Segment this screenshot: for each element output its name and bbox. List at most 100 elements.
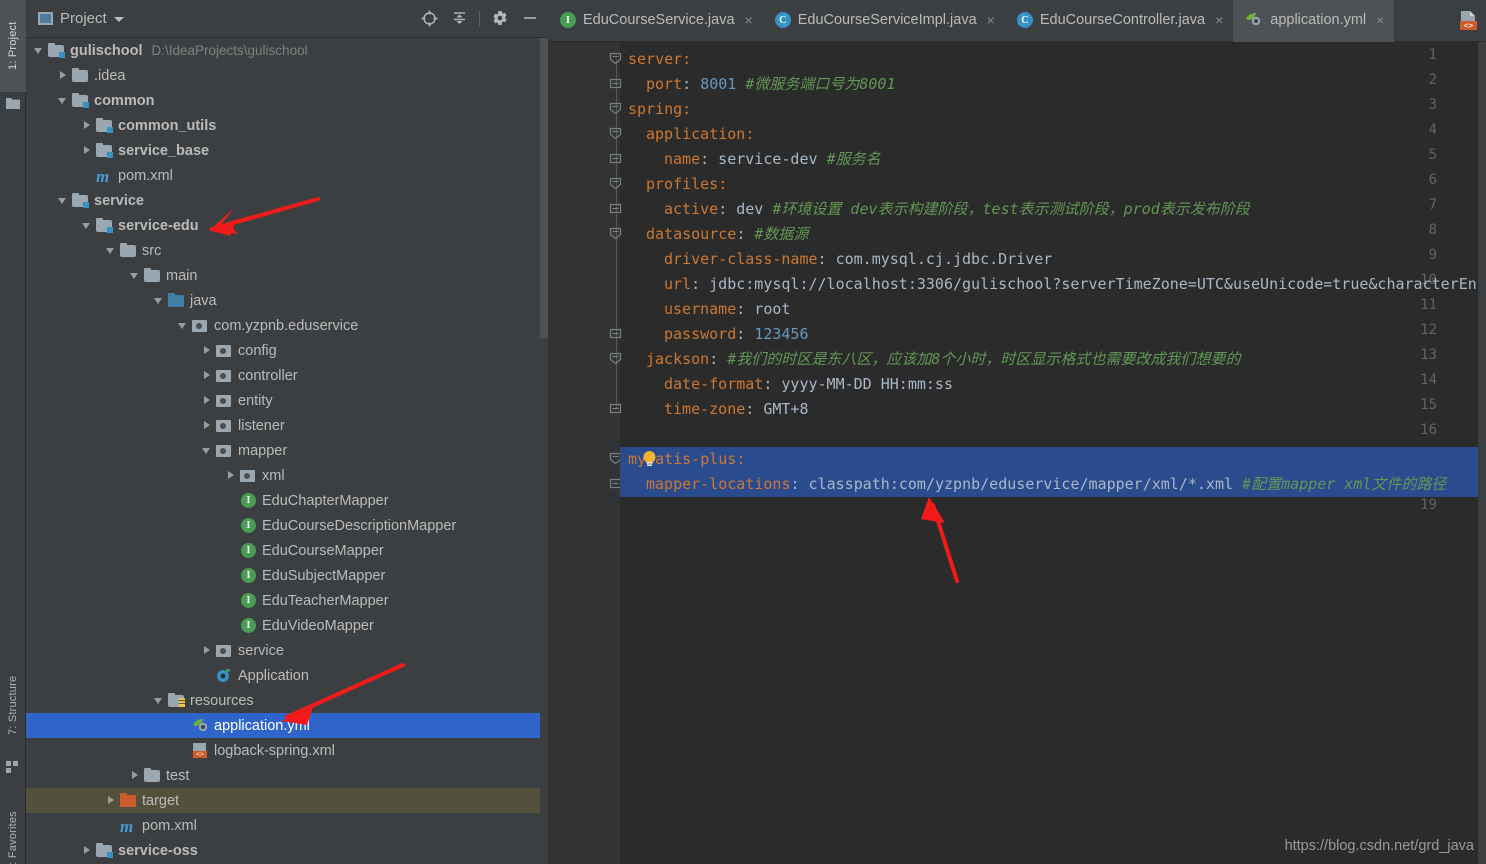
chevron-right-icon[interactable] — [202, 420, 213, 431]
tree-node-application[interactable]: Application — [26, 663, 548, 688]
tree-node-xml[interactable]: xml — [26, 463, 548, 488]
tree-node-main[interactable]: main — [26, 263, 548, 288]
code-content[interactable]: server: port: 8001 #微服务端口号为8001 spring: app… — [620, 42, 1486, 864]
project-panel-selector[interactable]: Project — [26, 10, 124, 27]
tree-node-entity[interactable]: entity — [26, 388, 548, 413]
chevron-down-icon[interactable] — [34, 45, 45, 56]
chevron-right-icon[interactable] — [82, 145, 93, 156]
chevron-right-icon[interactable] — [130, 770, 141, 781]
tree-node-service[interactable]: service — [26, 188, 548, 213]
collapse-all-icon[interactable] — [449, 8, 469, 28]
chevron-down-icon[interactable] — [178, 320, 189, 331]
tree-node-listener[interactable]: listener — [26, 413, 548, 438]
close-icon[interactable]: × — [987, 12, 995, 28]
tree-node-pom-xml[interactable]: m pom.xml — [26, 813, 548, 838]
code-line[interactable]: port: 8001 #微服务端口号为8001 — [646, 72, 896, 97]
tree-node-educoursemapper[interactable]: I EduCourseMapper — [26, 538, 548, 563]
locate-target-icon[interactable] — [419, 8, 439, 28]
tree-node-target[interactable]: target — [26, 788, 548, 813]
tree-node-service-edu[interactable]: service-edu — [26, 213, 548, 238]
tool-button-structure[interactable]: 7: Structure — [0, 655, 26, 755]
code-line[interactable]: server: — [628, 47, 691, 72]
tree-node-gulischool[interactable]: gulischool D:\IdeaProjects\gulischool — [26, 38, 548, 63]
chevron-down-icon[interactable] — [154, 695, 165, 706]
chevron-right-icon[interactable] — [82, 845, 93, 856]
project-tool-window: Project gulischool D:\IdeaProjects\gulis… — [26, 0, 548, 864]
chevron-down-icon[interactable] — [58, 195, 69, 206]
tree-node-service[interactable]: service — [26, 638, 548, 663]
chevron-right-icon[interactable] — [58, 70, 69, 81]
chevron-right-icon[interactable] — [226, 470, 237, 481]
tree-node-common[interactable]: common — [26, 88, 548, 113]
tree-node-mapper[interactable]: mapper — [26, 438, 548, 463]
tree-node-eduvideomapper[interactable]: I EduVideoMapper — [26, 613, 548, 638]
code-line[interactable]: jackson: #我们的时区是东八区，应该加8个小时，时区显示格式也需要改成我… — [646, 347, 1240, 372]
chevron-right-icon[interactable] — [202, 395, 213, 406]
project-tree-scrollbar[interactable] — [540, 38, 548, 864]
tree-node-edusubjectmapper[interactable]: I EduSubjectMapper — [26, 563, 548, 588]
tree-node-test[interactable]: test — [26, 763, 548, 788]
code-line[interactable]: profiles: — [646, 172, 727, 197]
tree-node-eduteachermapper[interactable]: I EduTeacherMapper — [26, 588, 548, 613]
project-tree-scroll-thumb[interactable] — [540, 38, 548, 338]
tree-node-educhaptermapper[interactable]: I EduChapterMapper — [26, 488, 548, 513]
tree-node-pom-xml[interactable]: m pom.xml — [26, 163, 548, 188]
code-line[interactable]: mapper-locations: classpath:com/yzpnb/ed… — [646, 472, 1446, 497]
editor-tab-bar[interactable]: I EduCourseService.java × C EduCourseService… — [548, 0, 1486, 42]
chevron-right-icon[interactable] — [202, 345, 213, 356]
code-line[interactable]: url: jdbc:mysql://localhost:3306/gulisch… — [664, 272, 1486, 297]
minimize-icon[interactable] — [520, 8, 540, 28]
code-line[interactable]: spring: — [628, 97, 691, 122]
code-line[interactable]: username: root — [664, 297, 790, 322]
chevron-right-icon[interactable] — [106, 795, 117, 806]
close-icon[interactable]: × — [745, 12, 753, 28]
chevron-down-icon[interactable] — [58, 95, 69, 106]
chevron-right-icon[interactable] — [202, 370, 213, 381]
editor-tab-educourseserviceimpl-java[interactable]: C EduCourseServiceImpl.java × — [763, 0, 1005, 42]
tree-node-java[interactable]: java — [26, 288, 548, 313]
code-line[interactable]: datasource: #数据源 — [646, 222, 808, 247]
tree-node-service-oss[interactable]: service-oss — [26, 838, 548, 863]
chevron-down-icon[interactable] — [106, 245, 117, 256]
intention-bulb-icon[interactable] — [642, 450, 657, 469]
editor-tab-educourseservice-java[interactable]: I EduCourseService.java × — [548, 0, 763, 42]
chevron-right-icon[interactable] — [202, 645, 213, 656]
close-icon[interactable]: × — [1376, 12, 1384, 28]
chevron-down-icon[interactable] — [154, 295, 165, 306]
code-editor[interactable]: 12345678910111213141516171819 server:por… — [548, 42, 1486, 864]
editor-tab-educoursecontroller-java[interactable]: C EduCourseController.java × — [1005, 0, 1233, 42]
tree-node-service-base[interactable]: service_base — [26, 138, 548, 163]
tree-node-educoursedescriptionmapper[interactable]: I EduCourseDescriptionMapper — [26, 513, 548, 538]
tree-node-src[interactable]: src — [26, 238, 548, 263]
tree-node--idea[interactable]: .idea — [26, 63, 548, 88]
code-line[interactable]: name: service-dev #服务名 — [664, 147, 881, 172]
xml-file-icon[interactable]: <> — [1456, 8, 1482, 34]
tree-node-logback-spring-xml[interactable]: <> logback-spring.xml — [26, 738, 548, 763]
code-line[interactable]: date-format: yyyy-MM-DD HH:mm:ss — [664, 372, 953, 397]
code-line[interactable]: password: 123456 — [664, 322, 809, 347]
code-line[interactable]: application: — [646, 122, 754, 147]
chevron-down-icon[interactable] — [202, 445, 213, 456]
tree-node-controller[interactable]: controller — [26, 363, 548, 388]
tool-button-favorites[interactable]: 2: Favorites — [0, 790, 26, 864]
gear-icon[interactable] — [490, 8, 510, 28]
chevron-down-icon[interactable] — [82, 220, 93, 231]
tool-button-project[interactable]: 1: Project — [0, 0, 26, 92]
tree-node-resources[interactable]: resources — [26, 688, 548, 713]
code-token: : root — [736, 300, 791, 318]
editor-tab-application-yml[interactable]: application.yml × — [1233, 0, 1395, 42]
tree-node-config[interactable]: config — [26, 338, 548, 363]
editor-scrollbar[interactable] — [1478, 42, 1486, 864]
code-line[interactable]: time-zone: GMT+8 — [664, 397, 809, 422]
tree-node-com-yzpnb-eduservice[interactable]: com.yzpnb.eduservice — [26, 313, 548, 338]
close-icon[interactable]: × — [1215, 12, 1223, 28]
project-tree[interactable]: gulischool D:\IdeaProjects\gulischool .ide… — [26, 38, 548, 864]
tree-node-common-utils[interactable]: common_utils — [26, 113, 548, 138]
code-line[interactable]: active: dev #环境设置 dev表示构建阶段，test表示测试阶段，p… — [664, 197, 1250, 222]
chevron-right-icon[interactable] — [82, 120, 93, 131]
project-panel-toolbar — [419, 8, 540, 28]
code-line[interactable]: driver-class-name: com.mysql.cj.jdbc.Dri… — [664, 247, 1052, 272]
chevron-down-icon[interactable] — [130, 270, 141, 281]
tree-node-application-yml[interactable]: application.yml — [26, 713, 548, 738]
chevron-down-icon[interactable] — [113, 17, 124, 22]
